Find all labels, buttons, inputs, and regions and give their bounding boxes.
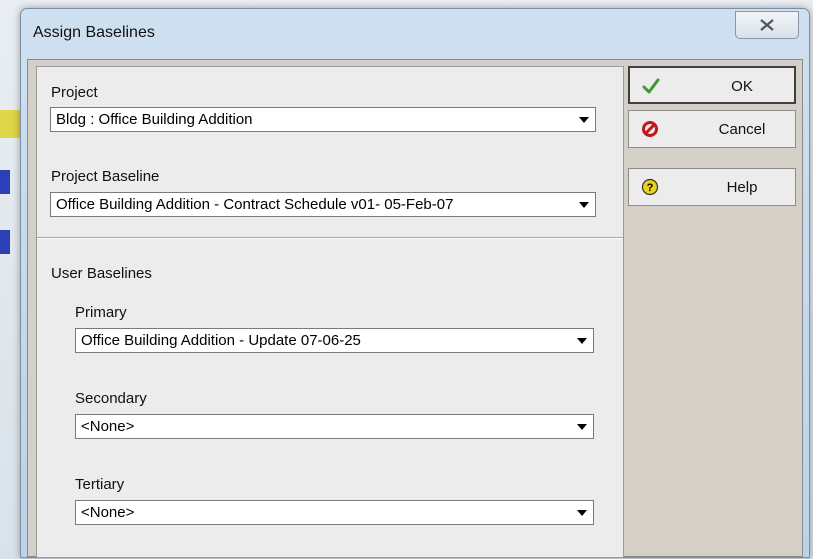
svg-text:?: ?: [647, 182, 654, 194]
tertiary-label: Tertiary: [75, 476, 125, 493]
chevron-down-icon[interactable]: [573, 331, 590, 350]
section-divider: [37, 237, 623, 239]
check-icon: [642, 78, 660, 94]
secondary-label: Secondary: [75, 390, 147, 407]
primary-baseline-value: Office Building Addition - Update 07-06-…: [81, 332, 361, 349]
primary-label: Primary: [75, 304, 127, 321]
project-baseline-value: Office Building Addition - Contract Sche…: [56, 196, 454, 213]
user-baselines-label: User Baselines: [51, 265, 152, 282]
tertiary-baseline-value: <None>: [81, 504, 135, 521]
secondary-baseline-value: <None>: [81, 418, 135, 435]
close-button[interactable]: [735, 11, 799, 39]
assign-baselines-dialog: Assign Baselines Project Bldg : Office B…: [20, 8, 810, 558]
help-label: Help: [726, 179, 758, 196]
chevron-down-icon[interactable]: [573, 417, 590, 436]
primary-baseline-select[interactable]: Office Building Addition - Update 07-06-…: [75, 328, 594, 353]
ok-button[interactable]: OK: [628, 66, 796, 104]
ok-label: OK: [731, 78, 753, 95]
tertiary-baseline-select[interactable]: <None>: [75, 500, 594, 525]
bg-strip: [0, 110, 22, 138]
cancel-label: Cancel: [718, 121, 766, 138]
chevron-down-icon[interactable]: [575, 110, 592, 129]
title-bar: Assign Baselines: [21, 9, 809, 53]
cancel-button[interactable]: Cancel: [628, 110, 796, 148]
secondary-baseline-select[interactable]: <None>: [75, 414, 594, 439]
project-select[interactable]: Bldg : Office Building Addition: [50, 107, 596, 132]
project-baseline-label: Project Baseline: [51, 168, 160, 185]
chevron-down-icon[interactable]: [573, 503, 590, 522]
bg-strip: [0, 230, 10, 254]
project-baseline-select[interactable]: Office Building Addition - Contract Sche…: [50, 192, 596, 217]
baselines-panel: Project Bldg : Office Building Addition …: [36, 66, 624, 558]
dialog-body: Project Bldg : Office Building Addition …: [27, 59, 803, 558]
project-label: Project: [51, 84, 98, 101]
button-column: OK Cancel ? Help: [628, 66, 798, 556]
help-button[interactable]: ? Help: [628, 168, 796, 206]
no-entry-icon: [642, 121, 658, 137]
bg-strip: [0, 170, 10, 194]
question-icon: ?: [641, 178, 659, 196]
window-title: Assign Baselines: [33, 24, 155, 41]
project-value: Bldg : Office Building Addition: [56, 111, 253, 128]
close-icon: [760, 19, 774, 31]
chevron-down-icon[interactable]: [575, 195, 592, 214]
